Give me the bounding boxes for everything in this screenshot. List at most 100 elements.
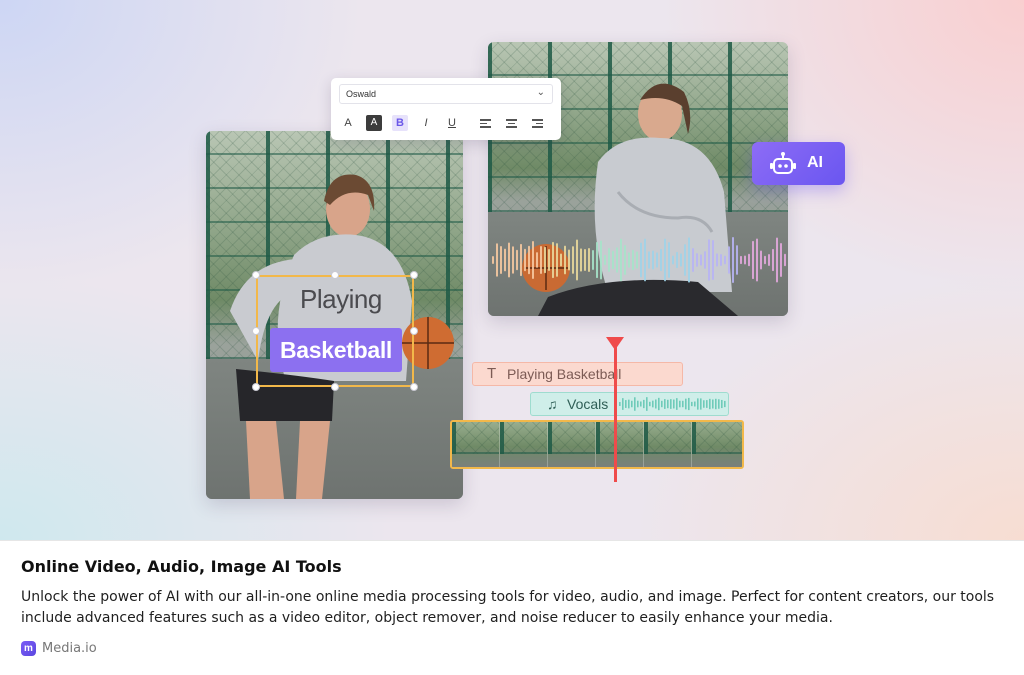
vocals-waveform-bar bbox=[673, 399, 675, 409]
vocals-waveform-bar bbox=[706, 400, 708, 408]
vocals-waveform-bar bbox=[682, 400, 684, 408]
vocals-waveform-bar bbox=[685, 398, 687, 410]
waveform-bar bbox=[516, 249, 518, 271]
waveform-bar bbox=[688, 237, 690, 283]
waveform-bar bbox=[560, 253, 562, 267]
highlight-button[interactable]: A bbox=[366, 115, 382, 131]
vocals-waveform-bar bbox=[694, 401, 696, 407]
waveform-bar bbox=[636, 251, 638, 269]
waveform-bar bbox=[608, 247, 610, 273]
caption-line-2[interactable]: Basketball bbox=[270, 328, 402, 372]
film-frame bbox=[596, 422, 644, 467]
waveform-bar bbox=[528, 245, 530, 275]
waveform-bar bbox=[648, 251, 650, 269]
vocals-waveform-bar bbox=[724, 400, 726, 408]
waveform-bar bbox=[568, 249, 570, 271]
hero-illustration: Oswald ⌄ A A B I U AI Playing Basketball… bbox=[0, 0, 1024, 540]
media-io-logo-icon: m bbox=[21, 641, 36, 656]
align-center-icon[interactable] bbox=[503, 115, 519, 131]
waveform-bar bbox=[772, 248, 774, 272]
waveform-bar bbox=[676, 251, 678, 269]
waveform-bar bbox=[556, 243, 558, 277]
underline-button[interactable]: U bbox=[444, 115, 460, 131]
bold-button[interactable]: B bbox=[392, 115, 408, 131]
waveform-bar bbox=[508, 242, 510, 278]
resize-handle[interactable] bbox=[252, 271, 260, 279]
music-note-icon: ♫ bbox=[547, 396, 558, 412]
waveform-bar bbox=[544, 246, 546, 274]
waveform-bar bbox=[704, 251, 706, 269]
vocals-waveform-bar bbox=[628, 399, 630, 409]
film-frame bbox=[548, 422, 596, 467]
waveform-bar bbox=[520, 243, 522, 277]
video-track-filmstrip[interactable] bbox=[450, 420, 744, 469]
vocals-waveform-bar bbox=[649, 401, 651, 407]
film-frame bbox=[500, 422, 548, 467]
vocals-waveform-bar bbox=[631, 400, 633, 408]
text-track-clip[interactable]: T Playing Basketball bbox=[472, 362, 683, 386]
align-left-icon[interactable] bbox=[477, 115, 493, 131]
waveform-bar bbox=[624, 245, 626, 275]
waveform-bar bbox=[576, 239, 578, 281]
waveform-bar bbox=[672, 255, 674, 265]
align-right-icon[interactable] bbox=[529, 115, 545, 131]
vocals-waveform bbox=[619, 397, 726, 411]
vocals-waveform-bar bbox=[667, 399, 669, 409]
waveform-bar bbox=[692, 247, 694, 273]
waveform-bar bbox=[616, 247, 618, 273]
waveform-bar bbox=[716, 253, 718, 267]
waveform-bar bbox=[732, 237, 734, 283]
waveform-bar bbox=[492, 256, 494, 264]
card-title[interactable]: Online Video, Audio, Image AI Tools bbox=[21, 557, 342, 576]
vocals-waveform-bar bbox=[688, 397, 690, 411]
waveform-bar bbox=[720, 254, 722, 266]
font-family-select[interactable]: Oswald ⌄ bbox=[339, 84, 553, 104]
waveform-bar bbox=[660, 248, 662, 272]
waveform-bar bbox=[664, 238, 666, 282]
resize-handle[interactable] bbox=[331, 271, 339, 279]
playhead-line[interactable] bbox=[614, 346, 617, 482]
waveform-bar bbox=[700, 254, 702, 266]
ai-badge-label: AI bbox=[807, 154, 823, 171]
vocals-waveform-bar bbox=[670, 399, 672, 409]
waveform-bar bbox=[712, 239, 714, 281]
waveform-bar bbox=[584, 249, 586, 271]
resize-handle[interactable] bbox=[410, 271, 418, 279]
resize-handle[interactable] bbox=[410, 383, 418, 391]
waveform-bar bbox=[644, 238, 646, 282]
resize-handle[interactable] bbox=[252, 327, 260, 335]
vocals-waveform-bar bbox=[655, 399, 657, 409]
waveform-bar bbox=[504, 248, 506, 272]
text-track-label: Playing Basketball bbox=[507, 366, 622, 382]
vocals-waveform-bar bbox=[625, 400, 627, 408]
waveform-bar bbox=[748, 253, 750, 267]
waveform-bar bbox=[552, 241, 554, 279]
waveform-bar bbox=[540, 245, 542, 275]
waveform-bar bbox=[592, 249, 594, 271]
ai-badge[interactable]: AI bbox=[752, 142, 845, 185]
waveform-bar bbox=[756, 238, 758, 282]
resize-handle[interactable] bbox=[410, 327, 418, 335]
text-format-toolbar: Oswald ⌄ A A B I U bbox=[331, 78, 561, 140]
waveform-bar bbox=[588, 248, 590, 272]
resize-handle[interactable] bbox=[331, 383, 339, 391]
vocals-waveform-bar bbox=[697, 398, 699, 410]
waveform-bar bbox=[696, 253, 698, 267]
font-color-button[interactable]: A bbox=[340, 115, 356, 131]
waveform-bar bbox=[752, 240, 754, 280]
text-icon: T bbox=[487, 365, 497, 382]
waveform-bar bbox=[776, 237, 778, 283]
vocals-waveform-bar bbox=[658, 397, 660, 411]
audio-track-label: Vocals bbox=[567, 396, 609, 412]
waveform-bar bbox=[536, 252, 538, 268]
caption-line-1[interactable]: Playing bbox=[300, 284, 382, 315]
vocals-waveform-bar bbox=[679, 400, 681, 408]
link-preview-card[interactable]: Online Video, Audio, Image AI Tools Unlo… bbox=[0, 540, 1024, 675]
vocals-waveform-bar bbox=[646, 397, 648, 411]
italic-button[interactable]: I bbox=[418, 115, 434, 131]
waveform-bar bbox=[764, 255, 766, 265]
audio-waveform bbox=[492, 237, 786, 283]
resize-handle[interactable] bbox=[252, 383, 260, 391]
vocals-waveform-bar bbox=[661, 400, 663, 408]
waveform-bar bbox=[628, 252, 630, 268]
